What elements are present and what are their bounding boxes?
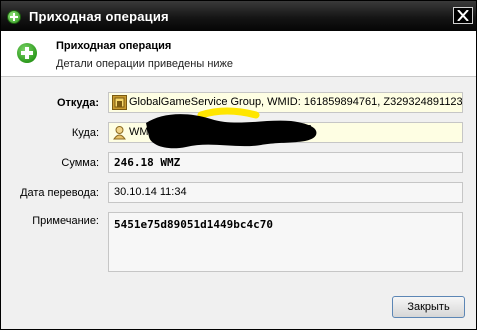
to-label: Куда: — [71, 127, 99, 139]
close-button[interactable]: Закрыть — [392, 296, 465, 318]
plus-icon — [17, 43, 37, 63]
close-icon[interactable] — [453, 7, 473, 24]
window-title: Приходная операция — [29, 9, 169, 24]
header-subtitle: Детали операции приведены ниже — [56, 58, 234, 70]
amount-value: 246.18 WMZ — [114, 156, 181, 169]
dialog-window: Приходная операция Приходная операция Де… — [0, 0, 477, 330]
merchant-icon — [112, 95, 127, 110]
dialog-body: Откуда: GlobalGameService Group, WMID: 1… — [1, 77, 476, 329]
from-label: Откуда: — [56, 97, 99, 109]
title-bar[interactable]: Приходная операция — [1, 1, 476, 31]
date-label: Дата перевода: — [20, 187, 99, 199]
dialog-header: Приходная операция Детали операции приве… — [1, 31, 476, 77]
date-field[interactable]: 30.10.14 11:34 — [108, 182, 463, 203]
amount-label: Сумма: — [61, 157, 99, 169]
user-icon — [112, 125, 127, 140]
note-value: 5451e75d89051d1449bc4c70 — [114, 218, 273, 231]
note-field[interactable]: 5451e75d89051d1449bc4c70 — [108, 212, 463, 272]
redaction-scribble — [146, 107, 317, 149]
header-title: Приходная операция — [56, 40, 172, 52]
note-label: Примечание: — [32, 215, 99, 227]
amount-field[interactable]: 246.18 WMZ — [108, 152, 463, 173]
date-value: 30.10.14 11:34 — [114, 186, 187, 198]
app-plus-icon — [7, 10, 21, 24]
